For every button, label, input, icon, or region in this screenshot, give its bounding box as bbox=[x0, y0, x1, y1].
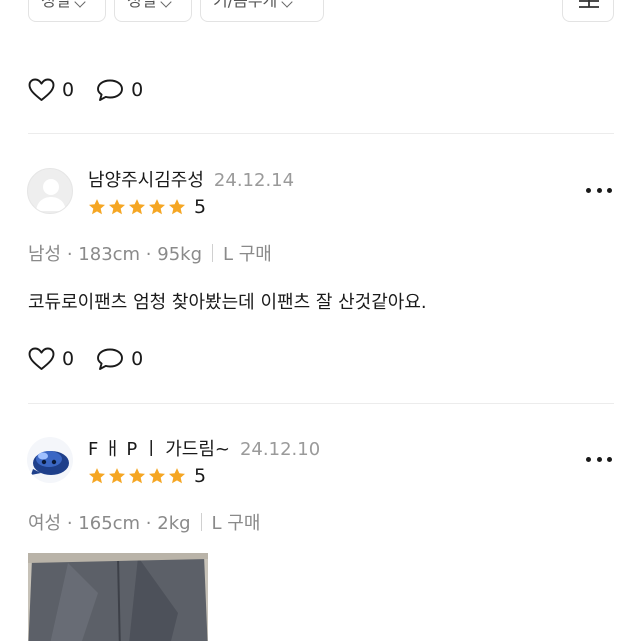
review-photo[interactable] bbox=[28, 553, 208, 641]
meta-separator bbox=[212, 244, 213, 262]
star-icon bbox=[168, 199, 186, 215]
avatar[interactable] bbox=[27, 168, 73, 214]
username[interactable]: F ㅐ P ㅣ 가드림~ bbox=[88, 435, 230, 461]
comment-icon bbox=[97, 79, 124, 101]
star-rating bbox=[88, 198, 186, 216]
star-icon bbox=[128, 468, 146, 484]
chevron-down-icon bbox=[74, 0, 87, 8]
heart-icon bbox=[28, 78, 55, 101]
body-info: 남성 · 183cm · 95kg bbox=[28, 244, 202, 265]
sort-button[interactable] bbox=[562, 0, 614, 22]
star-icon bbox=[148, 199, 166, 215]
like-count: 0 bbox=[62, 79, 75, 101]
more-icon[interactable] bbox=[586, 457, 612, 463]
filter-chip-label: 성별 bbox=[41, 0, 71, 10]
reviewer-meta: 여성 · 165cm · 2kg L 구매 bbox=[28, 509, 260, 535]
filter-bar: 성별 성별 키/몸무게 bbox=[0, 0, 641, 24]
comment-button[interactable]: 0 bbox=[96, 347, 143, 371]
star-icon bbox=[108, 468, 126, 484]
comment-button[interactable]: 0 bbox=[96, 78, 143, 102]
chevron-down-icon bbox=[281, 0, 293, 8]
avatar[interactable] bbox=[27, 437, 73, 483]
filter-chip-1[interactable]: 성별 bbox=[28, 0, 106, 22]
username[interactable]: 남양주시김주성 bbox=[88, 166, 204, 192]
filter-chip-label: 키/몸무게 bbox=[213, 0, 278, 10]
heart-icon bbox=[28, 347, 55, 370]
star-rating bbox=[88, 467, 186, 485]
review-author-line: F ㅐ P ㅣ 가드림~ 24.12.10 bbox=[88, 435, 320, 461]
filter-chip-2[interactable]: 성별 bbox=[114, 0, 192, 22]
rating: 5 bbox=[88, 196, 206, 218]
sort-icon bbox=[579, 0, 599, 8]
star-icon bbox=[148, 468, 166, 484]
review-author-line: 남양주시김주성 24.12.14 bbox=[88, 166, 294, 192]
like-count: 0 bbox=[62, 348, 75, 370]
divider bbox=[28, 403, 614, 404]
rating-score: 5 bbox=[194, 465, 207, 487]
review-text: 코듀로이팬츠 엄청 찾아봤는데 이팬츠 잘 산것같아요. bbox=[28, 292, 427, 313]
chevron-down-icon bbox=[160, 0, 173, 8]
like-button[interactable]: 0 bbox=[28, 347, 74, 371]
star-icon bbox=[128, 199, 146, 215]
default-avatar-icon bbox=[36, 179, 66, 211]
rating: 5 bbox=[88, 465, 206, 487]
rating-score: 5 bbox=[194, 196, 207, 218]
like-button[interactable]: 0 bbox=[28, 78, 74, 102]
purchase-size: L 구매 bbox=[223, 244, 272, 265]
star-icon bbox=[88, 199, 106, 215]
filter-chip-3[interactable]: 키/몸무게 bbox=[200, 0, 324, 22]
filter-chip-label: 성별 bbox=[127, 0, 157, 10]
star-icon bbox=[108, 199, 126, 215]
meta-separator bbox=[200, 513, 202, 531]
star-icon bbox=[168, 468, 186, 484]
profile-image bbox=[27, 437, 73, 483]
more-icon[interactable] bbox=[586, 188, 612, 194]
reviewer-meta: 남성 · 183cm · 95kg L 구매 bbox=[28, 240, 272, 266]
purchase-size: L 구매 bbox=[211, 513, 261, 534]
comment-icon bbox=[97, 348, 124, 370]
review-actions: 0 0 bbox=[28, 345, 165, 373]
comment-count: 0 bbox=[131, 348, 144, 370]
review-date: 24.12.14 bbox=[213, 170, 295, 191]
star-icon bbox=[88, 468, 106, 484]
body-info: 여성 · 165cm · 2kg bbox=[28, 513, 191, 534]
review-actions: 0 0 bbox=[28, 76, 165, 104]
review-photo-image bbox=[28, 553, 208, 641]
divider bbox=[28, 133, 614, 134]
comment-count: 0 bbox=[131, 79, 144, 101]
review-date: 24.12.10 bbox=[239, 439, 321, 460]
